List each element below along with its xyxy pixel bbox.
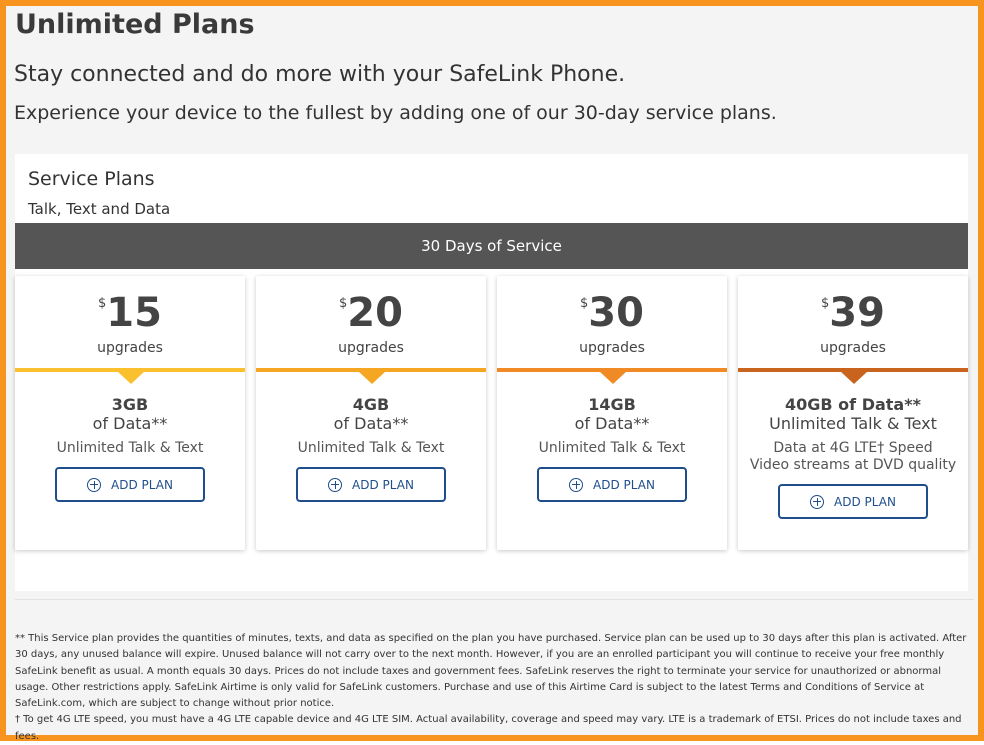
add-plan-button[interactable]: ADD PLAN xyxy=(537,467,687,502)
add-plan-label: ADD PLAN xyxy=(352,477,414,492)
talk-text-label: Unlimited Talk & Text xyxy=(769,414,937,433)
panel-title: Service Plans xyxy=(28,168,155,190)
upgrades-label: upgrades xyxy=(97,340,163,356)
page-description: Experience your device to the fullest by… xyxy=(14,102,777,124)
plan-price: $39 xyxy=(738,290,968,340)
plus-circle-icon xyxy=(328,477,343,492)
service-plans-panel: Service Plans Talk, Text and Data 30 Day… xyxy=(15,154,968,591)
page-subtitle: Stay connected and do more with your Saf… xyxy=(14,62,626,87)
footnote-service-plan: ** This Service plan provides the quanti… xyxy=(15,633,967,710)
add-plan-button[interactable]: ADD PLAN xyxy=(778,484,928,519)
panel-subtitle: Talk, Text and Data xyxy=(28,200,171,218)
data-amount: 4GB xyxy=(352,395,390,414)
price-amount: 20 xyxy=(347,290,403,336)
accent-pointer xyxy=(358,371,386,384)
add-plan-button[interactable]: ADD PLAN xyxy=(55,467,205,502)
data-amount: 40GB of Data** xyxy=(785,395,921,414)
accent-pointer xyxy=(117,371,145,384)
data-amount: 3GB xyxy=(111,395,149,414)
plan-price: $30 xyxy=(497,290,727,340)
data-label: of Data** xyxy=(333,414,409,433)
talk-text-label: Unlimited Talk & Text xyxy=(56,440,204,456)
service-duration-bar: 30 Days of Service xyxy=(15,223,968,269)
plan-card-30: $30 upgrades 14GB of Data** Unlimited Ta… xyxy=(497,276,727,550)
add-plan-label: ADD PLAN xyxy=(834,494,896,509)
upgrades-label: upgrades xyxy=(338,340,404,356)
accent-pointer xyxy=(599,371,627,384)
talk-text-label: Unlimited Talk & Text xyxy=(297,440,445,456)
upgrades-label: upgrades xyxy=(579,340,645,356)
plan-price: $15 xyxy=(15,290,245,340)
accent-pointer xyxy=(840,371,868,384)
plan-card-39: $39 upgrades 40GB of Data** Unlimited Ta… xyxy=(738,276,968,550)
page-title: Unlimited Plans xyxy=(15,9,255,40)
data-label: of Data** xyxy=(574,414,650,433)
currency-symbol: $ xyxy=(339,296,348,311)
upgrades-label: upgrades xyxy=(820,340,886,356)
currency-symbol: $ xyxy=(821,296,830,311)
data-label: of Data** xyxy=(92,414,168,433)
lte-speed-label: Data at 4G LTE† Speed xyxy=(773,440,933,456)
footnote-lte: † To get 4G LTE speed, you must have a 4… xyxy=(15,714,962,742)
plan-price: $20 xyxy=(256,290,486,340)
add-plan-button[interactable]: ADD PLAN xyxy=(296,467,446,502)
plus-circle-icon xyxy=(87,477,102,492)
add-plan-label: ADD PLAN xyxy=(111,477,173,492)
plus-circle-icon xyxy=(569,477,584,492)
section-divider xyxy=(15,599,974,600)
data-amount: 14GB xyxy=(588,395,636,414)
price-amount: 15 xyxy=(106,290,162,336)
currency-symbol: $ xyxy=(98,296,107,311)
currency-symbol: $ xyxy=(580,296,589,311)
page-frame: Unlimited Plans Stay connected and do mo… xyxy=(0,0,984,742)
plan-card-15: $15 upgrades 3GB of Data** Unlimited Tal… xyxy=(15,276,245,550)
price-amount: 30 xyxy=(588,290,644,336)
price-amount: 39 xyxy=(829,290,885,336)
talk-text-label: Unlimited Talk & Text xyxy=(538,440,686,456)
footnotes: ** This Service plan provides the quanti… xyxy=(15,631,967,745)
video-quality-label: Video streams at DVD quality xyxy=(749,457,957,473)
plan-card-20: $20 upgrades 4GB of Data** Unlimited Tal… xyxy=(256,276,486,550)
add-plan-label: ADD PLAN xyxy=(593,477,655,492)
plus-circle-icon xyxy=(810,494,825,509)
